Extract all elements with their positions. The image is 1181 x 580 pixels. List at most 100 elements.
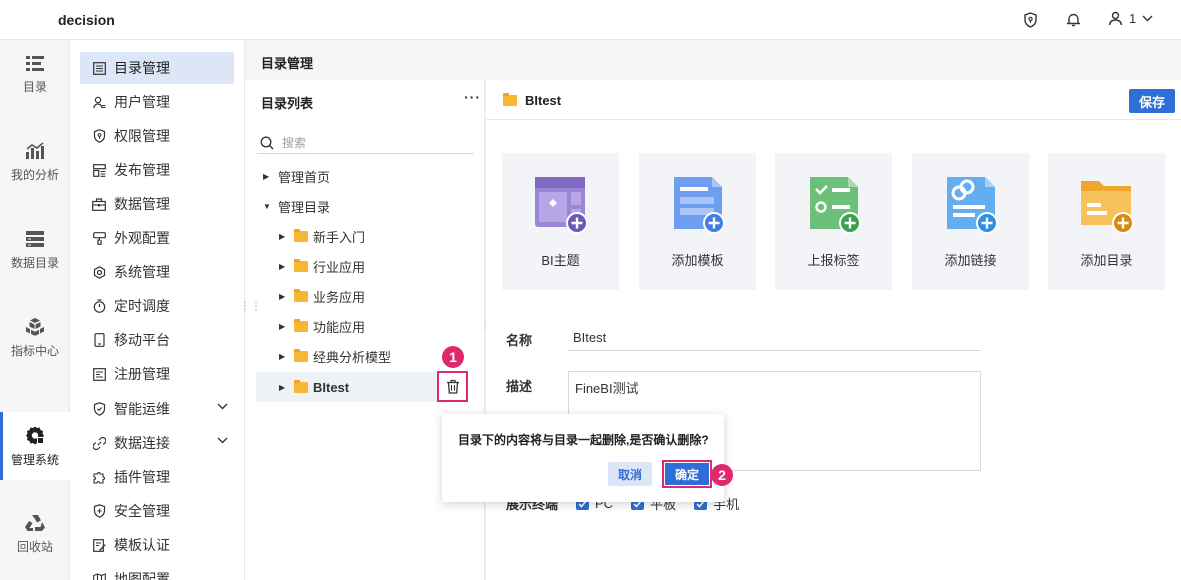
tree-node-classic-models[interactable]: ▶ 经典分析模型 (279, 341, 391, 371)
caret-right-icon[interactable]: ▶ (279, 232, 289, 241)
search-input[interactable] (282, 135, 462, 150)
menu-item-permission-management[interactable]: 权限管理 (80, 120, 234, 152)
menu-item-registration-management[interactable]: 注册管理 (80, 358, 234, 390)
menu-item-mobile-platform[interactable]: 移动平台 (80, 324, 234, 356)
tree-node-management-home[interactable]: ▶ 管理首页 (263, 161, 330, 191)
metrics-icon (26, 318, 44, 336)
add-link-icon (946, 177, 998, 234)
caret-right-icon[interactable]: ▶ (263, 172, 273, 181)
menu-item-data-connection[interactable]: 数据连接 (80, 427, 234, 459)
step-badge-2: 2 (711, 464, 733, 486)
add-folder-icon (1080, 181, 1134, 234)
tree-node-management-catalog[interactable]: ▼ 管理目录 (263, 191, 330, 221)
brush-icon (92, 231, 106, 245)
menu-item-smart-ops[interactable]: 智能运维 (80, 393, 234, 425)
detail-header: BItest 保存 (486, 80, 1181, 120)
caret-right-icon[interactable]: ▶ (279, 292, 289, 301)
chevron-down-icon (217, 437, 228, 444)
rail-item-my-analysis[interactable]: 我的分析 (0, 128, 70, 196)
folder-icon (294, 379, 308, 393)
rail-item-catalog[interactable]: 目录 (0, 40, 70, 108)
gear-icon (26, 426, 44, 444)
mobile-icon (92, 333, 106, 347)
tree-node-industry[interactable]: ▶ 行业应用 (279, 251, 365, 281)
user-menu[interactable]: 1 (1108, 11, 1153, 26)
caret-right-icon[interactable]: ▶ (279, 262, 289, 271)
content-header: 目录管理 (245, 40, 1181, 80)
shield-icon[interactable] (1021, 11, 1039, 29)
description-label: 描述 (506, 379, 533, 394)
chevron-down-icon (1142, 15, 1153, 22)
more-options-icon[interactable]: ··· (464, 89, 481, 105)
app-title: decision (58, 12, 115, 28)
caret-right-icon[interactable]: ▶ (279, 322, 289, 331)
menu-item-appearance-config[interactable]: 外观配置 (80, 222, 234, 254)
menu-item-security-management[interactable]: 安全管理 (80, 495, 234, 527)
certificate-icon (92, 538, 106, 552)
resize-handle-left[interactable]: ⋮⋮ (240, 302, 262, 312)
top-bar: decision 1 (0, 0, 1181, 40)
card-add-folder[interactable]: 添加目录 (1048, 153, 1165, 290)
menu-item-scheduled-tasks[interactable]: 定时调度 (80, 290, 234, 322)
save-button[interactable]: 保存 (1129, 89, 1175, 113)
shield-icon (92, 129, 106, 143)
card-add-template[interactable]: 添加模板 (639, 153, 756, 290)
link-icon (92, 436, 106, 450)
bi-theme-icon (534, 177, 588, 234)
detail-title: BItest (525, 93, 562, 108)
user-label: 1 (1129, 11, 1137, 26)
caret-right-icon[interactable]: ▶ (279, 383, 289, 392)
folder-icon (294, 288, 308, 302)
card-report-tag[interactable]: 上报标签 (775, 153, 892, 290)
menu-item-catalog-management[interactable]: 目录管理 (80, 52, 234, 84)
menu-item-data-management[interactable]: 数据管理 (80, 188, 234, 220)
step-badge-1: 1 (442, 346, 464, 368)
ops-shield-icon (92, 402, 106, 416)
tree-search (257, 132, 474, 154)
rail-item-metrics-center[interactable]: 指标中心 (0, 304, 70, 372)
confirm-button[interactable]: 确定 (665, 463, 709, 485)
card-add-link[interactable]: 添加链接 (912, 153, 1029, 290)
recycle-icon (25, 514, 45, 531)
layout-icon (92, 163, 106, 177)
folder-icon (294, 228, 308, 242)
report-tag-icon (809, 177, 861, 234)
confirm-button-highlight: 确定 (662, 460, 712, 488)
name-field[interactable]: BItest (568, 324, 981, 351)
menu-item-system-management[interactable]: 系统管理 (80, 256, 234, 288)
rail-item-management-system[interactable]: 管理系统 (0, 412, 70, 480)
stopwatch-icon (92, 299, 106, 313)
briefcase-icon (92, 197, 106, 211)
menu-item-publish-management[interactable]: 发布管理 (80, 154, 234, 186)
trash-icon (446, 379, 459, 394)
sidebar-menu: 目录管理 用户管理 权限管理 发布管理 数据管理 外观配置 系统管理 定时调度 … (70, 40, 245, 580)
delete-button[interactable] (437, 371, 468, 402)
name-label: 名称 (506, 333, 533, 348)
tree-node-business[interactable]: ▶ 业务应用 (279, 281, 365, 311)
caret-right-icon[interactable]: ▶ (279, 352, 289, 361)
menu-item-plugin-management[interactable]: 插件管理 (80, 461, 234, 493)
caret-down-icon[interactable]: ▼ (263, 202, 273, 211)
tree-node-beginner[interactable]: ▶ 新手入门 (279, 221, 365, 251)
cancel-button[interactable]: 取消 (608, 462, 652, 486)
folder-icon (294, 348, 308, 362)
menu-item-user-management[interactable]: 用户管理 (80, 86, 234, 118)
folder-icon (503, 93, 517, 106)
data-catalog-icon (26, 230, 44, 247)
left-rail: 目录 我的分析 数据目录 指标中心 管理系统 回收站 (0, 40, 70, 580)
page-title: 目录管理 (261, 56, 314, 71)
tree-node-function[interactable]: ▶ 功能应用 (279, 311, 365, 341)
confirm-message: 目录下的内容将与目录一起删除,是否确认删除? (458, 433, 709, 447)
map-icon (92, 572, 106, 580)
menu-item-map-config[interactable]: 地图配置 (80, 563, 234, 580)
security-icon (92, 504, 106, 518)
puzzle-icon (92, 470, 106, 484)
user-icon (1108, 11, 1123, 26)
user-icon (92, 95, 106, 109)
menu-item-template-certification[interactable]: 模板认证 (80, 529, 234, 561)
rail-item-recycle-bin[interactable]: 回收站 (0, 500, 70, 568)
bell-icon[interactable] (1064, 11, 1082, 29)
add-template-icon (673, 177, 725, 234)
card-bi-theme[interactable]: BI主题 (502, 153, 619, 290)
rail-item-data-catalog[interactable]: 数据目录 (0, 216, 70, 284)
